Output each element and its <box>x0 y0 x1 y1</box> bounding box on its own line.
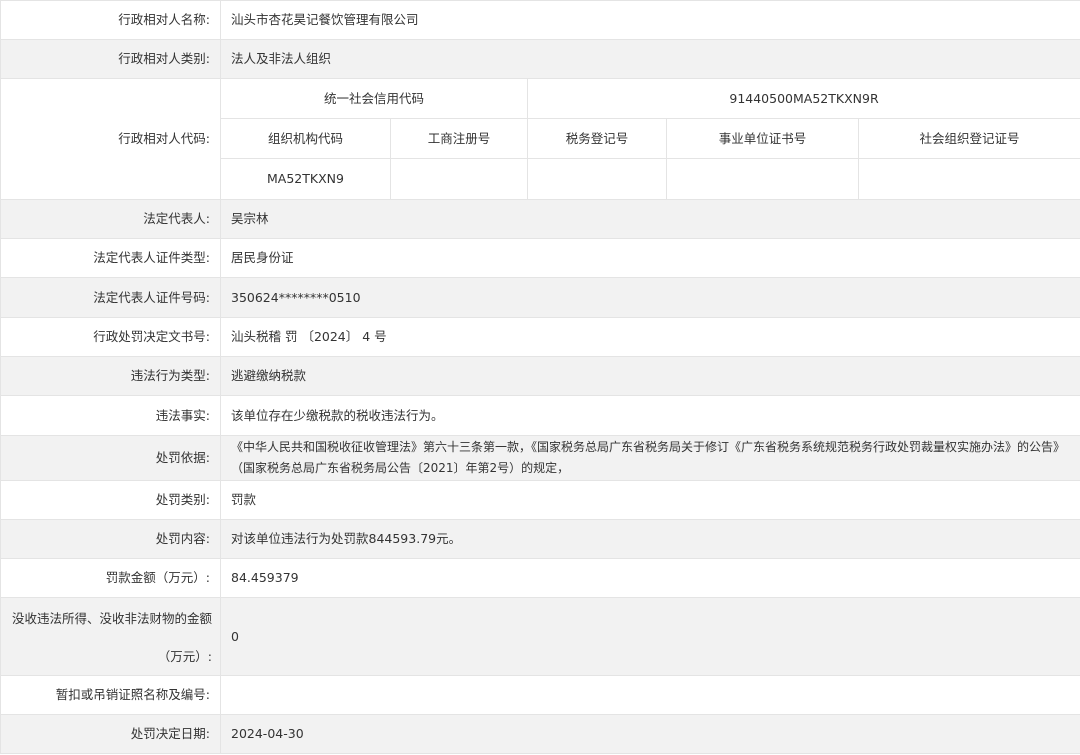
fine-amount-label: 罚款金额（万元）: <box>0 558 221 598</box>
basis-label: 处罚依据: <box>0 435 221 481</box>
row-decision-date: 处罚决定日期: 2024-04-30 <box>0 714 1080 754</box>
row-penalty-content: 处罚内容: 对该单位违法行为处罚款844593.79元。 <box>0 519 1080 559</box>
row-category: 行政相对人类别: 法人及非法人组织 <box>0 39 1080 79</box>
institution-cert-header: 事业单位证书号 <box>666 118 859 159</box>
decision-no-label: 行政处罚决定文书号: <box>0 317 221 357</box>
decision-no-value: 汕头税稽 罚 〔2024〕 4 号 <box>220 317 1080 357</box>
business-reg-value <box>390 158 528 200</box>
confiscation-label-line2: （万元）: <box>157 648 212 664</box>
facts-label: 违法事实: <box>0 395 221 436</box>
uscc-label: 统一社会信用代码 <box>220 78 528 119</box>
legal-rep-label: 法定代表人: <box>0 199 221 239</box>
business-reg-header: 工商注册号 <box>390 118 528 159</box>
id-type-value: 居民身份证 <box>220 238 1080 278</box>
penalty-content-label: 处罚内容: <box>0 519 221 559</box>
basis-value: 《中华人民共和国税收征收管理法》第六十三条第一款，《国家税务总局广东省税务局关于… <box>220 435 1080 481</box>
category-label: 行政相对人类别: <box>0 39 221 79</box>
tax-reg-header: 税务登记号 <box>527 118 667 159</box>
license-label: 暂扣或吊销证照名称及编号: <box>0 675 221 715</box>
uscc-value: 91440500MA52TKXN9R <box>527 78 1080 119</box>
fine-amount-value: 84.459379 <box>220 558 1080 598</box>
social-org-reg-value <box>858 158 1080 200</box>
id-number-value: 350624********0510 <box>220 277 1080 318</box>
penalty-content-value: 对该单位违法行为处罚款844593.79元。 <box>220 519 1080 559</box>
confiscation-label-line1: 没收违法所得、没收非法财物的金额 <box>11 610 212 626</box>
row-violation-type: 违法行为类型: 逃避缴纳税款 <box>0 356 1080 396</box>
row-facts: 违法事实: 该单位存在少缴税款的税收违法行为。 <box>0 395 1080 436</box>
row-decision-no: 行政处罚决定文书号: 汕头税稽 罚 〔2024〕 4 号 <box>0 317 1080 357</box>
id-type-label: 法定代表人证件类型: <box>0 238 221 278</box>
decision-date-value: 2024-04-30 <box>220 714 1080 754</box>
decision-date-label: 处罚决定日期: <box>0 714 221 754</box>
org-code-header: 组织机构代码 <box>220 118 391 159</box>
row-id-number: 法定代表人证件号码: 350624********0510 <box>0 277 1080 318</box>
penalty-record-table: 行政相对人名称: 汕头市杏花昊记餐饮管理有限公司 行政相对人类别: 法人及非法人… <box>0 0 1080 754</box>
tax-reg-value <box>527 158 667 200</box>
social-org-reg-header: 社会组织登记证号 <box>858 118 1080 159</box>
row-legal-rep: 法定代表人: 吴宗林 <box>0 199 1080 239</box>
code-label: 行政相对人代码: <box>0 78 221 200</box>
row-basis: 处罚依据: 《中华人民共和国税收征收管理法》第六十三条第一款，《国家税务总局广东… <box>0 435 1080 481</box>
penalty-type-label: 处罚类别: <box>0 480 221 520</box>
confiscation-value: 0 <box>220 597 1080 676</box>
row-code-uscc: 行政相对人代码: 统一社会信用代码 91440500MA52TKXN9R <box>0 78 1080 200</box>
row-penalty-type: 处罚类别: 罚款 <box>0 480 1080 520</box>
name-value: 汕头市杏花昊记餐饮管理有限公司 <box>220 0 1080 40</box>
id-number-label: 法定代表人证件号码: <box>0 277 221 318</box>
violation-type-label: 违法行为类型: <box>0 356 221 396</box>
row-fine-amount: 罚款金额（万元）: 84.459379 <box>0 558 1080 598</box>
row-confiscation: 没收违法所得、没收非法财物的金额 （万元）: 0 <box>0 597 1080 676</box>
confiscation-label: 没收违法所得、没收非法财物的金额 （万元）: <box>0 597 221 676</box>
row-name: 行政相对人名称: 汕头市杏花昊记餐饮管理有限公司 <box>0 0 1080 40</box>
row-id-type: 法定代表人证件类型: 居民身份证 <box>0 238 1080 278</box>
violation-type-value: 逃避缴纳税款 <box>220 356 1080 396</box>
penalty-type-value: 罚款 <box>220 480 1080 520</box>
institution-cert-value <box>666 158 859 200</box>
facts-value: 该单位存在少缴税款的税收违法行为。 <box>220 395 1080 436</box>
category-value: 法人及非法人组织 <box>220 39 1080 79</box>
org-code-value: MA52TKXN9 <box>220 158 391 200</box>
row-license: 暂扣或吊销证照名称及编号: <box>0 675 1080 715</box>
name-label: 行政相对人名称: <box>0 0 221 40</box>
license-value <box>220 675 1080 715</box>
legal-rep-value: 吴宗林 <box>220 199 1080 239</box>
